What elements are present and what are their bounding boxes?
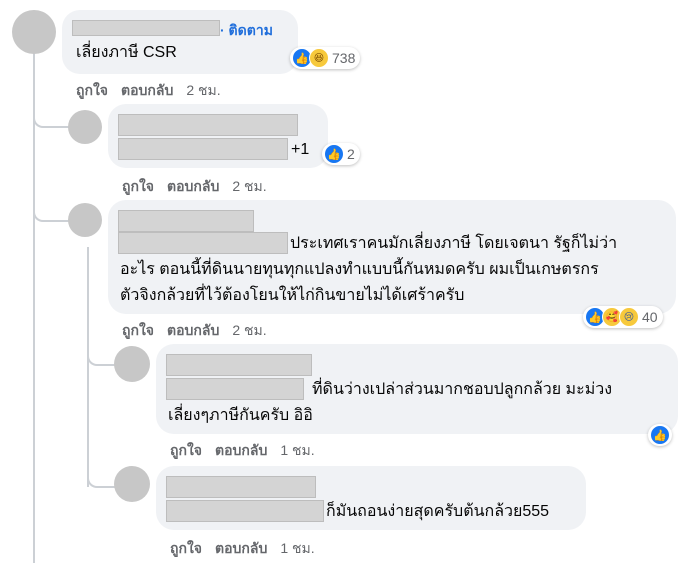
like-button[interactable]: ถูกใจ	[170, 540, 202, 556]
reaction-summary[interactable]: 👍 🥰 😢 40	[583, 306, 663, 328]
timestamp[interactable]: 1 ชม.	[280, 540, 314, 556]
redacted-author-name[interactable]	[166, 500, 324, 522]
reply-button[interactable]: ตอบกลับ	[215, 540, 267, 556]
timestamp[interactable]: 2 ชม.	[232, 322, 266, 338]
reaction-count: 40	[642, 309, 658, 325]
comment-text: เลี่ยงภาษี CSR	[76, 44, 177, 61]
reaction-summary[interactable]: 👍 2	[322, 143, 360, 165]
reaction-count: 2	[347, 146, 355, 162]
comment-actions: ถูกใจ ตอบกลับ 1 ชม.	[170, 440, 328, 462]
thread-line-nested	[87, 247, 89, 487]
comment-text-line: ตัวจิงกล้วยที่ไว้ต้องโยนให้ไก่กินขายไม่ไ…	[120, 287, 465, 304]
sad-icon: 😢	[619, 307, 639, 327]
redacted-text	[118, 138, 288, 160]
thread-connector	[87, 460, 117, 488]
haha-icon: 😆	[309, 48, 329, 68]
avatar[interactable]	[114, 466, 150, 502]
avatar[interactable]	[68, 203, 102, 237]
comment-actions: ถูกใจ ตอบกลับ 2 ชม.	[122, 176, 280, 198]
comment-text: ก็มันถอนง่ายสุดครับต้นกล้วย555	[326, 503, 550, 520]
redacted-author-name[interactable]	[72, 20, 220, 36]
thread-connector	[87, 340, 117, 366]
reaction-summary[interactable]: 👍 😆 738	[290, 47, 361, 69]
redacted-author-name[interactable]	[118, 114, 298, 136]
redacted-author-name[interactable]	[118, 232, 288, 254]
comment-actions: ถูกใจ ตอบกลับ 2 ชม.	[122, 320, 280, 342]
comment-text-line: ที่ดินว่างเปล่าส่วนมากชอบปลูกกล้วย มะม่ว…	[312, 381, 613, 398]
reply-button[interactable]: ตอบกลับ	[121, 82, 173, 98]
timestamp[interactable]: 2 ชม.	[186, 82, 220, 98]
timestamp[interactable]: 1 ชม.	[280, 442, 314, 458]
redacted-author-name[interactable]	[166, 476, 316, 498]
reply-button[interactable]: ตอบกลับ	[215, 442, 267, 458]
reaction-summary[interactable]: 👍	[648, 424, 672, 446]
redacted-author-name[interactable]	[166, 354, 312, 376]
like-button[interactable]: ถูกใจ	[122, 178, 154, 194]
like-button[interactable]: ถูกใจ	[170, 442, 202, 458]
like-button[interactable]: ถูกใจ	[76, 82, 108, 98]
avatar[interactable]	[12, 10, 56, 54]
redacted-author-name[interactable]	[166, 378, 304, 400]
timestamp[interactable]: 2 ชม.	[232, 178, 266, 194]
like-icon: 👍	[324, 144, 344, 164]
reaction-count: 738	[332, 50, 356, 66]
reply-button[interactable]: ตอบกลับ	[167, 322, 219, 338]
avatar[interactable]	[68, 110, 102, 144]
like-button[interactable]: ถูกใจ	[122, 322, 154, 338]
comment-actions: ถูกใจ ตอบกลับ 1 ชม.	[170, 538, 328, 560]
redacted-author-name[interactable]	[118, 210, 254, 232]
thread-connector	[33, 190, 71, 222]
avatar[interactable]	[114, 346, 150, 382]
comment-text-line: เลี่ยงๆภาษีกันครับ อิอิ	[168, 407, 313, 424]
follow-button[interactable]: · ติดตาม	[220, 20, 273, 42]
comment-text-line: อะไร ตอนนี้ที่ดินนายทุนทุกแปลงทำแบบนี้กั…	[120, 261, 599, 278]
comment-text: +1	[291, 141, 310, 158]
reply-button[interactable]: ตอบกลับ	[167, 178, 219, 194]
like-icon: 👍	[650, 425, 670, 445]
comment-actions: ถูกใจ ตอบกลับ 2 ชม.	[76, 80, 234, 102]
thread-connector	[33, 100, 71, 128]
comment-text-line: ประเทศเราคนมักเลี่ยงภาษี โดยเจตนา รัฐก็ไ…	[290, 235, 618, 252]
